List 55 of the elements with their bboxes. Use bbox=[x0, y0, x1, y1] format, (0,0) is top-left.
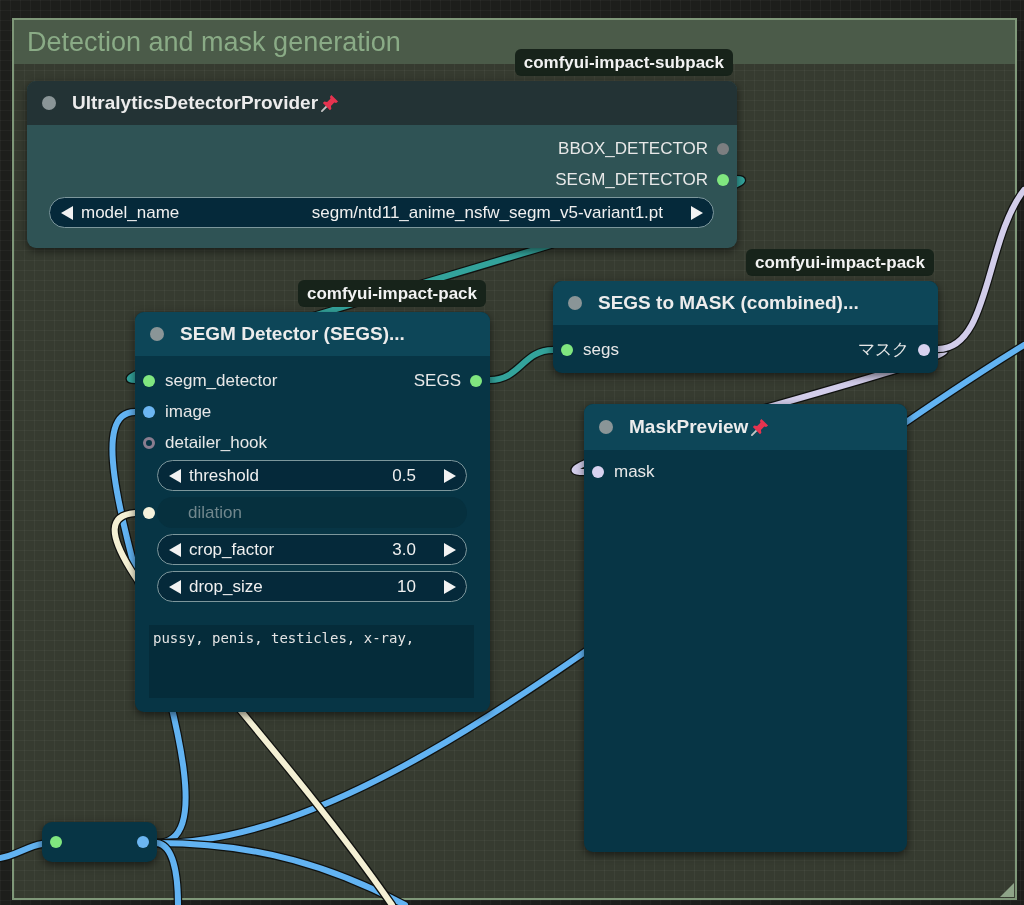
input-ring-icon[interactable] bbox=[143, 436, 155, 449]
title-dot-icon[interactable] bbox=[42, 96, 56, 110]
number-widget[interactable]: threshold 0.5 bbox=[157, 460, 467, 491]
input-label: mask bbox=[614, 461, 655, 482]
right-triangle-icon[interactable] bbox=[444, 579, 456, 594]
pin-icon[interactable] bbox=[320, 93, 340, 113]
output-label: マスク bbox=[858, 339, 909, 361]
node-source-label: comfyui-impact-pack bbox=[745, 249, 934, 276]
input-label: segs bbox=[583, 339, 619, 360]
node-card[interactable]: SEGS to MASK (combined)... segs マスク bbox=[553, 281, 938, 373]
node-source-label: comfyui-impact-subpack bbox=[514, 49, 733, 76]
reroute-node[interactable] bbox=[42, 822, 157, 862]
resize-handle-icon[interactable] bbox=[1000, 883, 1014, 897]
node-title: MaskPreview bbox=[629, 416, 749, 438]
left-triangle-icon[interactable] bbox=[169, 468, 181, 483]
combo-widget[interactable]: model_name segm/ntd11_anime_nsfw_segm_v5-variant1.pt bbox=[49, 197, 714, 228]
node-title: SEGS to MASK (combined)... bbox=[598, 292, 859, 314]
right-triangle-icon[interactable] bbox=[444, 468, 456, 483]
number-widget[interactable]: crop_factor 3.0 bbox=[157, 534, 467, 565]
node-title: SEGM Detector (SEGS)... bbox=[180, 323, 405, 345]
input-dot-icon[interactable] bbox=[50, 836, 62, 848]
disabled-widget: dilation bbox=[157, 497, 467, 528]
node-card[interactable]: MaskPreview mask bbox=[584, 404, 907, 852]
output-dot-icon[interactable] bbox=[470, 374, 482, 387]
input-dot-icon[interactable] bbox=[143, 405, 155, 418]
output-dot-icon[interactable] bbox=[918, 343, 930, 356]
text-area[interactable]: pussy, penis, testicles, x-ray, bbox=[149, 625, 474, 698]
node-title: UltralyticsDetectorProvider bbox=[72, 92, 319, 114]
input-dot-icon[interactable] bbox=[592, 465, 604, 478]
output-label: SEGS bbox=[413, 370, 461, 391]
node-source-label: comfyui-impact-pack bbox=[297, 280, 486, 307]
group-title: Detection and mask generation bbox=[27, 26, 401, 58]
input-dot-icon[interactable] bbox=[143, 506, 155, 519]
number-widget[interactable]: drop_size 10 bbox=[157, 571, 467, 602]
output-label: BBOX_DETECTOR bbox=[558, 138, 708, 159]
pin-icon[interactable] bbox=[750, 417, 770, 437]
left-triangle-icon[interactable] bbox=[61, 205, 73, 220]
input-label: detailer_hook bbox=[165, 432, 268, 453]
right-triangle-icon[interactable] bbox=[691, 205, 703, 220]
right-triangle-icon[interactable] bbox=[444, 542, 456, 557]
node-card[interactable]: UltralyticsDetectorProvider BBOX_DETECTOR SEGM_DETECTOR model_name segm/ntd11_anime_nsfw_segm_v5-variant1.pt bbox=[27, 81, 737, 248]
title-dot-icon[interactable] bbox=[150, 327, 164, 341]
input-label: segm_detector bbox=[165, 370, 278, 391]
input-label: image bbox=[165, 401, 212, 422]
output-label: SEGM_DETECTOR bbox=[555, 169, 708, 190]
node-card[interactable]: SEGM Detector (SEGS)... segm_detector SEGS image detailer_hook threshold 0.5 dilation crop_factor 3.0 drop_size 10 pussy, penis, testicles, x-ray, bbox=[135, 312, 490, 712]
title-dot-icon[interactable] bbox=[599, 420, 613, 434]
input-dot-icon[interactable] bbox=[143, 374, 155, 387]
left-triangle-icon[interactable] bbox=[169, 542, 181, 557]
title-dot-icon[interactable] bbox=[568, 296, 582, 310]
input-dot-icon[interactable] bbox=[561, 343, 573, 356]
left-triangle-icon[interactable] bbox=[169, 579, 181, 594]
output-dot-icon[interactable] bbox=[717, 173, 729, 186]
output-dot-icon[interactable] bbox=[717, 142, 729, 155]
output-dot-icon[interactable] bbox=[137, 836, 149, 848]
